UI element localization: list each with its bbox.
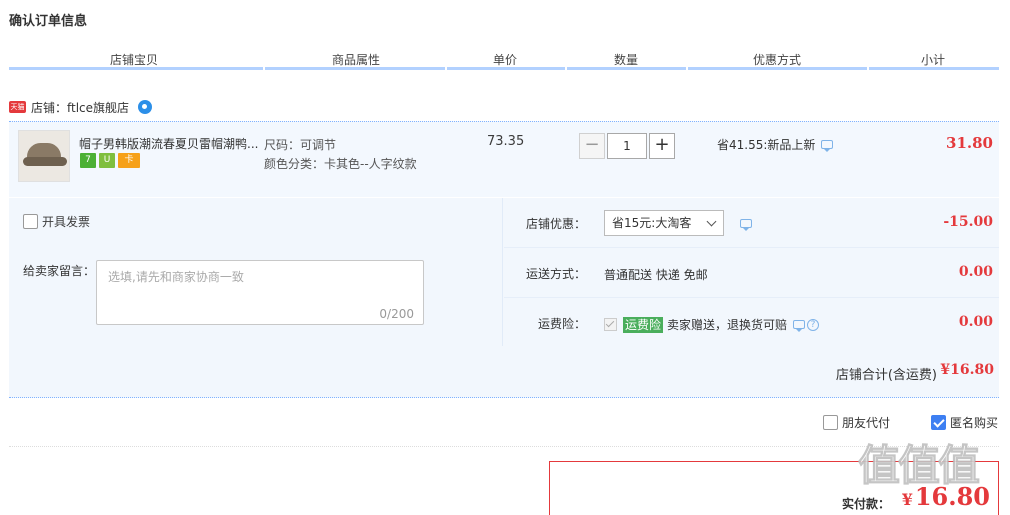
actual-payment-label: 实付款： [841,497,890,511]
shop-discount-select[interactable]: 省15元:大淘客 [604,210,724,236]
seller-message-char-count: 0/200 [379,307,414,321]
item-thumbnail[interactable] [18,130,70,182]
item-subtotal: 31.80 [946,134,993,152]
header-divider [445,67,447,70]
col-qty: 数量 [613,53,638,67]
help-question-icon[interactable]: ? [807,318,820,331]
shop-discount-value: -15.00 [943,214,993,230]
promo-comment-icon[interactable] [821,140,834,152]
friend-pay-checkbox[interactable] [823,415,838,430]
credit-card-icon[interactable]: 卡 [118,153,140,168]
header-divider [263,67,265,70]
shop-line: 天猫 店铺：ftlce旗舰店 [9,98,153,116]
seller-message-label: 给卖家留言： [23,264,96,278]
order-item-row: 帽子男韩版潮流春夏贝雷帽潮鸭... 7 U 卡 尺码：可调节 颜色分类：卡其色-… [9,121,999,197]
col-price: 单价 [492,53,517,67]
seller-message-textarea[interactable]: 选填,请先和商家协商一致 0/200 [96,260,424,325]
item-promo-text: 省41.55:新品上新 [717,138,816,152]
invoice-option[interactable]: 开具发票 [23,213,90,230]
invoice-label: 开具发票 [42,215,91,229]
header-divider [867,67,869,70]
anonymous-option[interactable]: 匿名购买 [931,414,998,431]
freight-insurance-tag: 运费险 [623,316,664,333]
col-item: 店铺宝贝 [109,53,158,67]
site-watermark: 值值值 [857,441,980,491]
item-title-link[interactable]: 帽子男韩版潮流春夏贝雷帽潮鸭... [79,135,261,152]
friend-pay-label: 朋友代付 [842,416,891,430]
page-title: 确认订单信息 [9,14,88,29]
store-total-value: ¥16.80 [940,362,994,378]
shipping-method: 普通配送 快递 免邮 [604,268,708,282]
shop-discount-label: 店铺优惠： [525,217,586,231]
header-divider [686,67,688,70]
wangwang-chat-icon[interactable] [138,100,153,114]
freight-insurance-fee: 0.00 [958,314,993,330]
table-header: 店铺宝贝 商品属性 单价 数量 优惠方式 小计 [9,48,999,70]
quantity-input[interactable]: 1 [607,133,647,159]
tmall-badge: 天猫 [9,101,26,113]
item-badges: 7 U 卡 [80,153,140,168]
order-fees-panel: 店铺优惠： 省15元:大淘客 -15.00 运送方式： 普通配送 快递 免邮 0… [504,198,999,346]
shipping-fee: 0.00 [958,264,993,280]
freight-insurance-text: 卖家赠送，退换货可赔 [667,318,788,332]
shipping-row: 运送方式： 普通配送 快递 免邮 0.00 [504,248,999,298]
item-size-attr: 尺码：可调节 [264,138,337,152]
freight-insurance-checkbox [604,318,617,331]
friend-pay-option[interactable]: 朋友代付 [823,414,890,431]
guarantee-shield-icon[interactable]: U [99,153,115,168]
insurance-comment-icon[interactable] [793,320,806,332]
order-extra-section: 开具发票 给卖家留言： 选填,请先和商家协商一致 0/200 店铺优惠： 省15… [9,198,999,346]
shop-name-link[interactable]: 店铺：ftlce旗舰店 [31,99,129,116]
hat-image-brim [23,157,67,166]
quantity-plus-button[interactable]: + [649,133,675,159]
quantity-stepper: − 1 + [579,133,675,159]
item-unit-price: 73.35 [487,134,525,149]
anonymous-checkbox[interactable] [931,415,946,430]
freight-insurance-row: 运费险： 运费险 卖家赠送，退换货可赔 ? 0.00 [504,298,999,348]
col-attrs: 商品属性 [331,53,380,67]
shipping-label: 运送方式： [525,267,586,281]
freight-insurance-label: 运费险： [537,317,586,331]
invoice-checkbox[interactable] [23,214,38,229]
col-subtotal: 小计 [920,53,945,67]
item-promo: 省41.55:新品上新 [717,136,834,153]
chevron-down-icon [706,216,717,227]
seven-day-return-icon[interactable]: 7 [80,153,96,168]
store-total-row: 店铺合计(含运费) ¥16.80 [9,346,999,398]
store-total-label: 店铺合计(含运费) [835,368,937,383]
item-color-attr: 颜色分类：卡其色--人字纹款 [264,157,417,171]
order-confirm-page: 确认订单信息 店铺宝贝 商品属性 单价 数量 优惠方式 小计 天猫 店铺：ftl… [0,0,1010,515]
section-divider [9,446,999,447]
discount-comment-icon[interactable] [740,219,752,231]
header-divider [565,67,567,70]
col-promo: 优惠方式 [752,53,801,67]
shop-discount-row: 店铺优惠： 省15元:大淘客 -15.00 [504,198,999,248]
anonymous-label: 匿名购买 [950,416,999,430]
buyer-options-panel: 开具发票 给卖家留言： 选填,请先和商家协商一致 0/200 [9,198,503,346]
quantity-minus-button[interactable]: − [579,133,605,159]
seller-message-placeholder: 选填,请先和商家协商一致 [108,270,244,284]
shop-discount-selected: 省15元:大淘客 [612,216,692,230]
freight-insurance-info: 运费险 卖家赠送，退换货可赔 ? [604,316,820,333]
